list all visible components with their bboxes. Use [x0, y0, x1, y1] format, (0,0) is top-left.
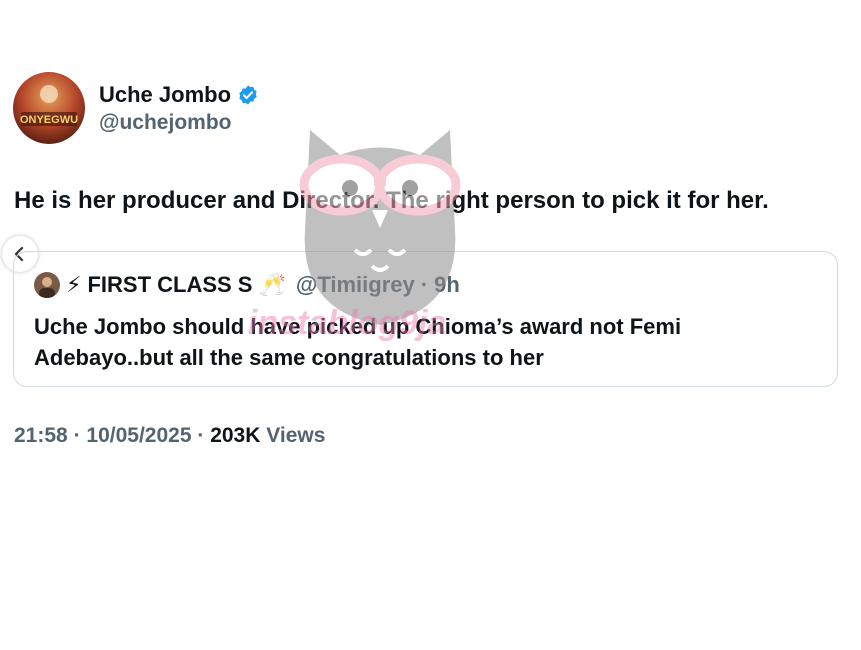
author-display-name[interactable]: Uche Jombo — [99, 82, 231, 108]
lightning-emoji-icon: ⚡ — [66, 272, 82, 297]
meta-separator-2: · — [197, 424, 205, 447]
views-label: Views — [266, 424, 326, 447]
quoted-tweet-header: ⚡ FIRST CLASS S 🥂 @Timiigrey · 9h — [34, 272, 460, 298]
avatar-caption: ONYEGWU — [20, 114, 78, 126]
quoted-tweet-text: Uche Jombo should have picked up Chioma’… — [34, 314, 682, 370]
meta-separator-1: · — [73, 424, 81, 447]
author-handle[interactable]: @uchejombo — [99, 111, 231, 135]
author-name-row[interactable]: Uche Jombo — [99, 82, 259, 108]
views-count[interactable]: 203K — [210, 424, 260, 447]
quoted-author-name[interactable]: FIRST CLASS S — [87, 272, 252, 298]
avatar-image: ONYEGWU — [13, 72, 85, 144]
tweet-date[interactable]: 10/05/2025 — [86, 424, 191, 447]
quoted-author-handle[interactable]: @Timiigrey — [296, 272, 415, 298]
tweet-time[interactable]: 21:58 — [14, 424, 68, 447]
verified-badge-icon — [237, 84, 259, 106]
quoted-tweet-card[interactable]: ⚡ FIRST CLASS S 🥂 @Timiigrey · 9h Uche J… — [13, 251, 838, 387]
tweet-meta: 21:58 · 10/05/2025 · 203K Views — [14, 424, 325, 448]
quoted-separator: · — [420, 272, 429, 297]
champagne-emoji-icon: 🥂 — [258, 272, 286, 297]
quoted-author-avatar[interactable] — [34, 272, 60, 298]
tweet-text: He is her producer and Director. The rig… — [14, 187, 769, 214]
quoted-timestamp[interactable]: 9h — [434, 272, 460, 298]
author-avatar[interactable]: ONYEGWU — [13, 72, 85, 144]
